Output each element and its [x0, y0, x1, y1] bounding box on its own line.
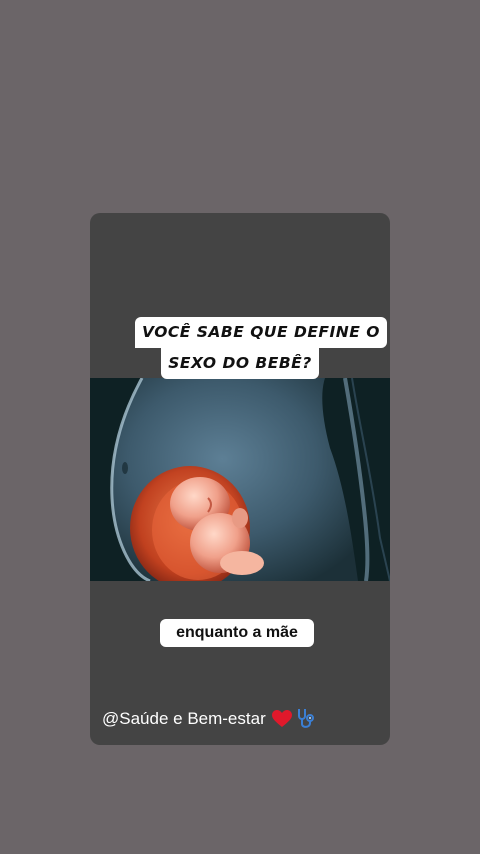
heart-icon: [271, 710, 292, 728]
account-handle[interactable]: @Saúde e Bem-estar: [102, 706, 315, 732]
caption-label: enquanto a mãe: [160, 619, 314, 647]
pregnant-belly-illustration: [90, 378, 390, 581]
story-card[interactable]: VOCÊ SABE QUE DEFINE O SEXO DO BEBÊ? enq…: [90, 213, 390, 745]
fetus-video[interactable]: [90, 378, 390, 581]
stethoscope-icon: [295, 708, 315, 730]
handle-text: @Saúde e Bem-estar: [102, 709, 266, 728]
headline: VOCÊ SABE QUE DEFINE O SEXO DO BEBÊ?: [135, 317, 387, 379]
headline-line-2: SEXO DO BEBÊ?: [161, 348, 319, 379]
headline-line-1: VOCÊ SABE QUE DEFINE O: [135, 317, 387, 348]
